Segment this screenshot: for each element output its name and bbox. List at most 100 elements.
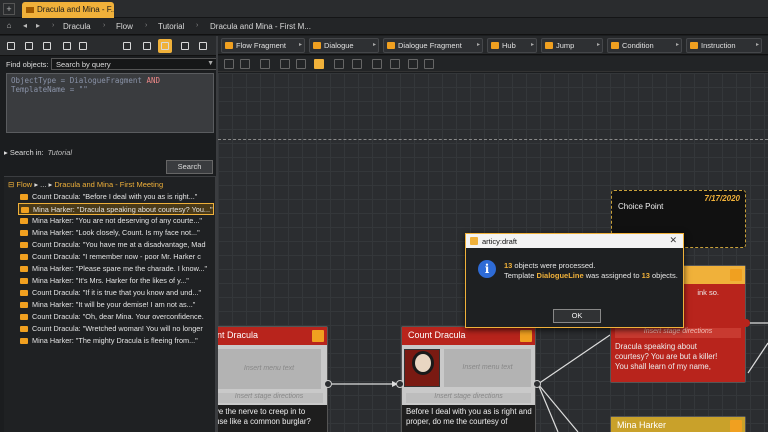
window-tab-bar: + Dracula and Mina - F...: [0, 0, 768, 18]
breadcrumb-item[interactable]: Tutorial: [158, 22, 184, 31]
toolbar-icon[interactable]: [390, 59, 400, 69]
template-label: Condition: [622, 41, 654, 50]
document-tab[interactable]: Dracula and Mina - F...: [22, 2, 114, 18]
toolbar-icon[interactable]: [260, 59, 270, 69]
node-stage-directions: Insert stage directions: [615, 328, 741, 338]
template-jump[interactable]: Jump ▸: [541, 38, 603, 53]
breadcrumb-item[interactable]: Flow: [116, 22, 133, 31]
dialogue-node[interactable]: nt Dracula Insert menu text Insert stage…: [218, 326, 328, 432]
breadcrumb: ⌂ ◂ ▸ › Dracula › Flow › Tutorial › Drac…: [0, 18, 768, 35]
toolbar-icon[interactable]: [296, 59, 306, 69]
document-tab-label: Dracula and Mina - F...: [37, 5, 114, 14]
speaker-portrait: [404, 349, 440, 387]
input-pin[interactable]: [396, 380, 404, 388]
query-keyword: AND: [146, 76, 161, 85]
template-label: Dialogue: [324, 41, 354, 50]
list-item[interactable]: Count Dracula: "Oh, dear Mina. Your over…: [18, 311, 214, 323]
search-in[interactable]: ▸ Search in: Tutorial: [4, 148, 72, 157]
info-icon: i: [478, 260, 496, 278]
results-path-item: Dracula and Mina - First Meeting: [54, 180, 164, 189]
list-item[interactable]: Count Dracula: "You have me at a disadva…: [18, 239, 214, 251]
template-dialogue[interactable]: Dialogue ▸: [309, 38, 379, 53]
output-pin[interactable]: [533, 380, 541, 388]
template-flow-fragment[interactable]: Flow Fragment ▸: [221, 38, 305, 53]
dialogue-fragment-icon: [730, 420, 742, 432]
list-item[interactable]: Count Dracula: "Wretched woman! You will…: [18, 323, 214, 335]
toolbar-icon[interactable]: [76, 39, 90, 53]
toolbar-icon[interactable]: [60, 39, 74, 53]
dialogue-node[interactable]: Count Dracula Insert menu text Insert st…: [401, 326, 536, 432]
node-text: ve the nerve to creep in to use like a c…: [218, 405, 327, 432]
list-item[interactable]: Mina Harker: "It will be your demise! I …: [18, 299, 214, 311]
toolbar-icon[interactable]: [224, 59, 234, 69]
message-text: objects.: [649, 271, 678, 280]
forward-icon[interactable]: ▸: [33, 21, 43, 31]
toolbar-icon[interactable]: [240, 59, 250, 69]
toolbar-icon[interactable]: [352, 59, 362, 69]
results-path[interactable]: ⊟ Flow ▸ ... ▸ Dracula and Mina - First …: [8, 180, 163, 189]
toolbar-icon[interactable]: [314, 59, 324, 69]
toolbar-icon[interactable]: [140, 39, 154, 53]
toolbar-icon[interactable]: [372, 59, 382, 69]
breadcrumb-item[interactable]: Dracula: [63, 22, 91, 31]
toolbar-icon[interactable]: [120, 39, 134, 53]
template-condition[interactable]: Condition ▸: [607, 38, 682, 53]
node-text: Dracula speaking about courtesy? You are…: [611, 340, 745, 382]
choice-date: 7/17/2020: [704, 194, 740, 203]
list-item[interactable]: Mina Harker: "The mighty Dracula is flee…: [18, 335, 214, 347]
output-pin[interactable]: [742, 319, 750, 327]
search-results: ⊟ Flow ▸ ... ▸ Dracula and Mina - First …: [4, 176, 216, 432]
breadcrumb-item[interactable]: Dracula and Mina - First M...: [210, 22, 311, 31]
toolbar-icon[interactable]: [280, 59, 290, 69]
find-objects-row: Find objects: Search by query ▼: [4, 58, 218, 71]
warning-icon[interactable]: [178, 39, 192, 53]
list-item[interactable]: Mina Harker: "You are not deserving of a…: [18, 215, 214, 227]
app-icon: [470, 237, 478, 245]
node-text-partial: ink so.: [697, 288, 719, 297]
dialogue-fragment-icon: [312, 330, 324, 342]
ok-button[interactable]: OK: [553, 309, 601, 323]
toolbar-icon[interactable]: [40, 39, 54, 53]
list-item[interactable]: Mina Harker: "Please spare me the charad…: [18, 263, 214, 275]
assigned-count: 13: [641, 271, 650, 280]
toolbar-icon[interactable]: [4, 39, 18, 53]
message-text: was assigned to: [583, 271, 642, 280]
search-button[interactable]: Search: [166, 160, 213, 174]
node-title: nt Dracula: [218, 330, 259, 340]
dialog-title: articy:draft: [482, 237, 518, 246]
search-icon[interactable]: [158, 39, 172, 53]
query-type-select[interactable]: Search by query ▼: [51, 58, 218, 70]
list-item[interactable]: Count Dracula: "I remember now - poor Mr…: [18, 251, 214, 263]
list-item[interactable]: Mina Harker: "Dracula speaking about cou…: [18, 203, 214, 215]
template-instruction[interactable]: Instruction ▸: [686, 38, 762, 53]
template-label: Instruction: [701, 41, 736, 50]
new-tab-button[interactable]: +: [3, 3, 15, 15]
query-type-value: Search by query: [56, 60, 111, 69]
list-item[interactable]: Mina Harker: "Look closely, Count. Is my…: [18, 227, 214, 239]
template-dialogue-fragment[interactable]: Dialogue Fragment ▸: [383, 38, 483, 53]
results-list: Count Dracula: "Before I deal with you a…: [18, 191, 214, 347]
list-item[interactable]: Count Dracula: "If it is true that you k…: [18, 287, 214, 299]
back-icon[interactable]: ◂: [20, 21, 30, 31]
message-dialog: articy:draft ✕ i 13 objects were process…: [465, 233, 684, 328]
output-pin[interactable]: [324, 380, 332, 388]
home-icon[interactable]: ⌂: [4, 21, 14, 31]
node-text: Before I deal with you as is right and p…: [402, 405, 535, 432]
toolbar-icon[interactable]: [22, 39, 36, 53]
template-hub[interactable]: Hub ▸: [487, 38, 537, 53]
query-textarea[interactable]: ObjectType = DialogueFragment AND Templa…: [6, 73, 214, 133]
toolbar-icon[interactable]: [196, 39, 210, 53]
close-icon[interactable]: ✕: [669, 235, 677, 246]
template-label: Hub: [502, 41, 516, 50]
find-objects-label: Find objects:: [6, 60, 49, 69]
node-title: Mina Harker: [617, 420, 667, 430]
dialogue-fragment-icon: [730, 269, 742, 281]
list-item[interactable]: Mina Harker: "It's Mrs. Harker for the l…: [18, 275, 214, 287]
toolbar-icon[interactable]: [424, 59, 434, 69]
toolbar-icon[interactable]: [334, 59, 344, 69]
template-name: DialogueLine: [536, 271, 584, 280]
choice-label: Choice Point: [618, 202, 664, 211]
toolbar-icon[interactable]: [408, 59, 418, 69]
list-item[interactable]: Count Dracula: "Before I deal with you a…: [18, 191, 214, 203]
dialogue-node[interactable]: Mina Harker: [610, 416, 746, 432]
